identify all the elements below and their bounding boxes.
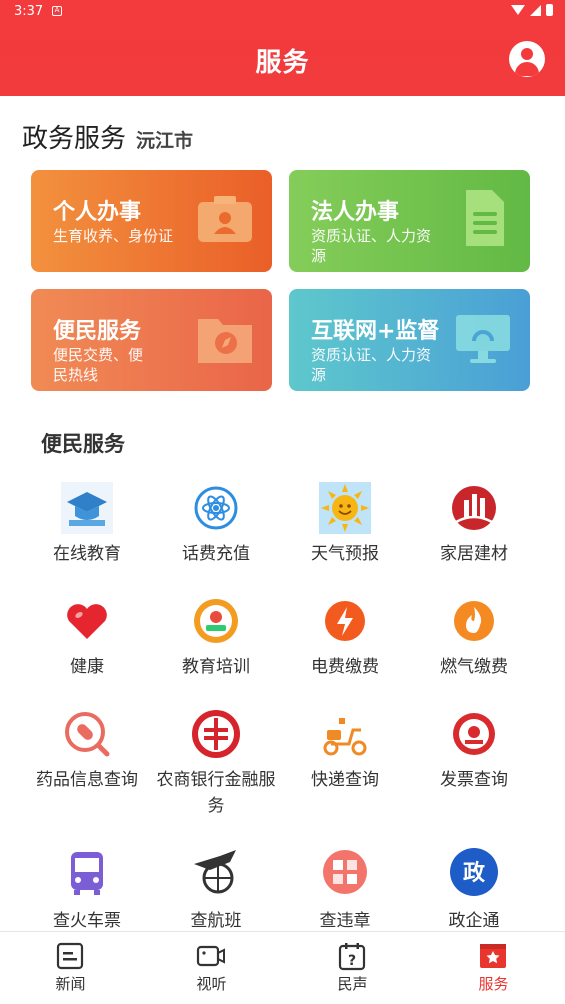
- service-label: 家居建材: [440, 544, 508, 564]
- service-star-icon: [480, 944, 506, 968]
- building-icon: [452, 486, 496, 530]
- nav-item-public-voice[interactable]: ? 民声: [282, 932, 423, 1004]
- bank-logo-icon: [192, 710, 240, 758]
- service-label: 在线教育: [53, 544, 121, 564]
- airplane-icon: [194, 850, 236, 894]
- video-icon: [196, 945, 225, 967]
- page-title: 服务: [255, 48, 310, 78]
- section-title: 政务服务 沅江市: [22, 118, 193, 155]
- card-subtitle: 生育收养、身份证: [53, 227, 174, 245]
- status-time: 3:37: [14, 4, 44, 19]
- card-convenience[interactable]: 便民服务 便民交费、便民热线: [31, 289, 272, 391]
- service-label: 快递查询: [311, 770, 379, 790]
- document-icon: [466, 190, 504, 246]
- government-icon: 政: [450, 848, 498, 896]
- service-label: 天气预报: [311, 544, 379, 564]
- card-title: 互联网+监督: [311, 319, 440, 344]
- signal-icon: [530, 4, 541, 16]
- card-subtitle: 资质认证、人力资源: [311, 227, 432, 265]
- city-selector[interactable]: 沅江市: [136, 130, 193, 152]
- pill-search-icon: [65, 712, 110, 757]
- notification-icon: A: [52, 6, 62, 16]
- header-bar: 3:37 A 服务: [0, 0, 565, 96]
- nav-label: 民声: [337, 975, 368, 993]
- folder-compass-icon: [198, 319, 252, 363]
- atom-icon: [194, 486, 238, 530]
- service-label: 电费缴费: [311, 657, 379, 677]
- status-icons: [511, 4, 553, 16]
- app-screen: 3:37 A 服务 政务服务 沅江市 个人办事 生育收养、身份证 法人办事 资质认…: [0, 0, 565, 1004]
- svg-text:政: 政: [463, 860, 486, 886]
- nav-item-video[interactable]: 视听: [141, 932, 282, 1004]
- service-label: 药品信息查询: [36, 770, 138, 790]
- service-label: 教育培训: [182, 657, 250, 677]
- nav-item-service[interactable]: 服务: [423, 932, 564, 1004]
- nav-label: 新闻: [55, 975, 86, 993]
- card-title: 法人办事: [311, 200, 400, 225]
- service-label: 话费充值: [182, 544, 250, 564]
- wifi-icon: [511, 5, 525, 15]
- nav-item-news[interactable]: 新闻: [0, 932, 141, 1004]
- calendar-question-icon: ?: [338, 943, 366, 971]
- nav-label: 视听: [196, 975, 227, 993]
- scooter-icon: [323, 718, 367, 756]
- section-title-text: 政务服务: [22, 124, 127, 154]
- lightning-icon: [325, 601, 365, 641]
- violation-icon: [323, 850, 367, 894]
- service-label: 健康: [70, 657, 104, 677]
- flame-icon: [454, 601, 494, 641]
- service-label: 农商银行金融服务: [156, 770, 276, 816]
- card-title: 个人办事: [53, 200, 142, 225]
- news-icon: [56, 942, 84, 970]
- battery-icon: [546, 4, 553, 16]
- bus-icon: [71, 852, 103, 895]
- svg-text:?: ?: [348, 953, 356, 969]
- user-avatar-icon[interactable]: [509, 41, 545, 77]
- sun-icon: [319, 482, 371, 534]
- nav-label: 服务: [478, 975, 509, 993]
- heart-icon: [67, 604, 107, 639]
- card-legal-affairs[interactable]: 法人办事 资质认证、人力资源: [289, 170, 530, 272]
- card-subtitle: 便民交费、便民热线: [53, 346, 144, 384]
- card-internet-supervision[interactable]: 互联网+监督 资质认证、人力资源: [289, 289, 530, 391]
- monitor-icon: [456, 315, 510, 363]
- tax-emblem-icon: [453, 713, 495, 755]
- graduation-cap-icon: [61, 482, 113, 534]
- card-subtitle: 资质认证、人力资源: [311, 346, 432, 384]
- id-card-icon: [198, 196, 252, 242]
- card-title: 便民服务: [53, 319, 142, 344]
- status-bar: 3:37 A: [0, 0, 565, 24]
- service-label: 燃气缴费: [440, 657, 508, 677]
- convenience-title: 便民服务: [41, 432, 125, 456]
- education-badge-icon: [194, 599, 238, 643]
- bottom-nav: 新闻 视听 ? 民声 服务: [0, 931, 565, 1004]
- service-label: 发票查询: [440, 770, 508, 790]
- card-personal-affairs[interactable]: 个人办事 生育收养、身份证: [31, 170, 272, 272]
